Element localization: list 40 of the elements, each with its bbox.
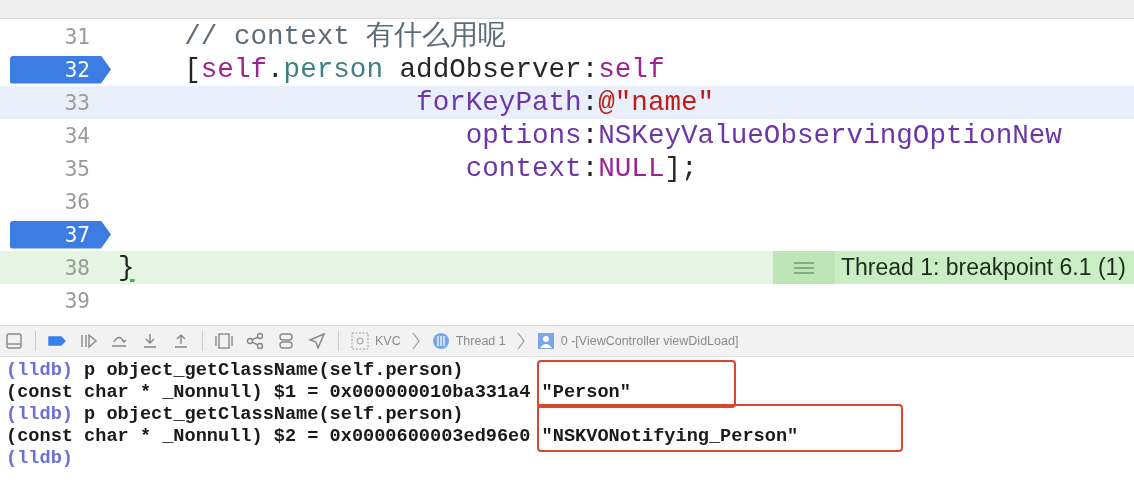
prompt-text: (lldb) — [6, 404, 73, 425]
line-number: 36 — [64, 188, 91, 216]
line-number: 35 — [64, 155, 91, 183]
app-icon — [350, 331, 370, 351]
line-number: 38 — [64, 254, 91, 282]
output-text: (const char * _Nonnull) $1 = 0x000000010ba331a4 — [6, 382, 532, 403]
line-number: 39 — [64, 287, 91, 315]
code-line: [self.person addObserver:self — [183, 53, 665, 86]
line-number: 31 — [64, 23, 91, 51]
prompt-text: (lldb) — [6, 360, 73, 381]
chevron-icon — [516, 332, 525, 350]
breadcrumb-item[interactable]: KVC — [375, 334, 401, 348]
location-icon[interactable] — [307, 331, 327, 351]
breakpoint-marker[interactable]: 37 — [10, 220, 111, 249]
command-text: p object_getClassName(self.person) — [83, 360, 464, 381]
code-line: context:NULL]; — [464, 152, 698, 185]
toggle-icon[interactable] — [276, 331, 296, 351]
command-text: p object_getClassName(self.person) — [83, 404, 464, 425]
code-line: // context 有什么用呢 — [183, 20, 507, 53]
line-number: 33 — [64, 89, 91, 117]
view-hierarchy-icon[interactable] — [214, 331, 234, 351]
breadcrumb-item[interactable]: Thread 1 — [455, 334, 506, 348]
output-text: (const char * _Nonnull) $2 = 0x0000600003ed96e0 — [6, 426, 532, 447]
chevron-icon — [411, 332, 420, 350]
line-number: 34 — [64, 122, 91, 150]
thread-icon — [430, 331, 451, 351]
breadcrumb-item[interactable]: 0 -[ViewController viewDidLoad] — [560, 334, 739, 348]
output-value: "Person" — [541, 382, 631, 403]
output-value: "NSKVONotifying_Person" — [541, 426, 799, 447]
breakpoint-marker[interactable]: 32 — [10, 55, 111, 84]
breakpoint-label: Thread 1: breakpoint 6.1 (1) — [834, 251, 1134, 284]
code-line: } — [118, 251, 135, 284]
code-line: forKeyPath:@"name" — [415, 86, 715, 119]
prompt-text: (lldb) — [6, 448, 73, 469]
code-line: options:NSKeyValueObservingOptionNew — [464, 119, 1062, 152]
panel-icon[interactable] — [4, 331, 24, 351]
frame-icon — [535, 331, 556, 351]
graph-icon[interactable] — [245, 331, 265, 351]
menu-icon[interactable] — [772, 251, 835, 284]
continue-icon[interactable] — [78, 331, 98, 351]
